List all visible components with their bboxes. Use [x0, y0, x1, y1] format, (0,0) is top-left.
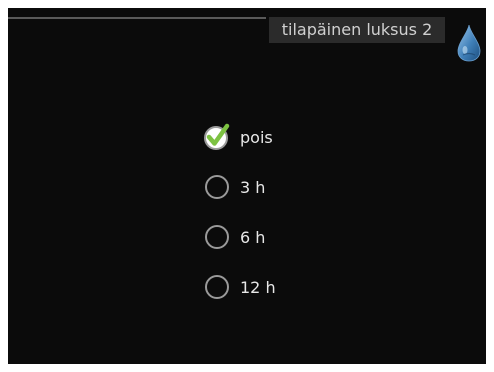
option-12h[interactable]: 12 h [204, 262, 344, 312]
option-list: pois 3 h 6 h 12 h [204, 112, 344, 312]
option-label: 6 h [240, 227, 266, 247]
option-3h[interactable]: 3 h [204, 162, 344, 212]
radio-circle-icon [204, 274, 230, 300]
option-label: pois [240, 127, 273, 147]
radio-circle-icon [204, 224, 230, 250]
option-6h[interactable]: 6 h [204, 212, 344, 262]
option-label: 3 h [240, 177, 266, 197]
water-drop-icon [457, 24, 481, 62]
display-screen: tilapäinen luksus 2 pois 3 h 6 h 12 h [8, 8, 486, 364]
radio-circle-icon [204, 174, 230, 200]
header-divider [8, 17, 266, 19]
option-pois[interactable]: pois [204, 112, 344, 162]
checkmark-icon [204, 123, 230, 150]
menu-title: tilapäinen luksus 2 [269, 17, 445, 43]
option-label: 12 h [240, 277, 276, 297]
